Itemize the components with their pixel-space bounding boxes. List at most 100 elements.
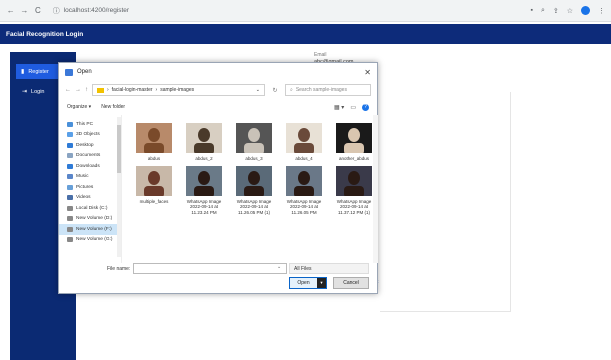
dialog-title: Open bbox=[77, 69, 92, 75]
nav-item[interactable]: Pictures bbox=[67, 182, 121, 193]
open-button[interactable]: Open ▾ bbox=[289, 277, 327, 289]
file-type-select[interactable]: All Files bbox=[289, 263, 369, 274]
file-name: abdus_4 bbox=[295, 156, 313, 161]
back-icon[interactable]: ← bbox=[65, 87, 71, 93]
file-grid: abdus abdus_2 abdus_3 abdus_4 another_abdusm… bbox=[130, 123, 378, 215]
breadcrumb-sep: › bbox=[107, 87, 109, 93]
dialog-toolbar: Organize ▾ New folder ▦ ▾ ▭ ? bbox=[59, 99, 377, 115]
file-name: abdus_3 bbox=[245, 156, 263, 161]
breadcrumb-item[interactable]: sample-images bbox=[160, 87, 194, 93]
image-thumbnail bbox=[286, 165, 322, 196]
file-name: another_abdus bbox=[338, 156, 370, 161]
nav-item-label: Pictures bbox=[76, 184, 94, 190]
app-header: Facial Recognition Login bbox=[0, 24, 611, 44]
open-dropdown-icon[interactable]: ▾ bbox=[317, 278, 326, 288]
nav-item[interactable]: Downloads bbox=[67, 161, 121, 172]
image-thumbnail bbox=[136, 123, 172, 153]
reload-button[interactable]: C bbox=[33, 6, 43, 16]
organize-button[interactable]: Organize ▾ bbox=[67, 104, 91, 110]
nav-item-label: This PC bbox=[76, 121, 94, 127]
breadcrumb-item[interactable]: facial-login-master bbox=[112, 87, 153, 93]
nav-item[interactable]: Local Disk (C:) bbox=[67, 203, 121, 214]
file-item[interactable]: abdus_4 bbox=[280, 123, 328, 162]
nav-item-label: Local Disk (C:) bbox=[76, 205, 108, 211]
nav-item[interactable]: New Volume (F:) bbox=[59, 224, 121, 235]
nav-scrollbar[interactable] bbox=[117, 117, 121, 257]
sidebar-item-label: Login bbox=[31, 88, 45, 95]
close-icon[interactable]: ✕ bbox=[364, 68, 371, 77]
image-thumbnail bbox=[186, 165, 222, 196]
address-bar[interactable]: ⓘ localhost:4200/register bbox=[53, 4, 531, 18]
nav-item[interactable]: Videos bbox=[67, 193, 121, 204]
file-name: WhatsApp Image 2022-09-14 at 11.26.05 PM bbox=[286, 198, 322, 215]
file-item[interactable]: WhatsApp Image 2022-09-14 at 11.23.24 PM bbox=[180, 165, 228, 216]
dialog-address-row: ← → ↑ › facial-login-master › sample-ima… bbox=[59, 81, 377, 99]
file-name: abdus bbox=[147, 156, 161, 161]
back-button[interactable]: ← bbox=[6, 6, 16, 16]
view-options-icon[interactable]: ▦ ▾ bbox=[334, 104, 344, 111]
new-folder-button[interactable]: New folder bbox=[101, 104, 125, 110]
file-name: WhatsApp Image 2022-09-14 at 11.37.12 PM… bbox=[336, 198, 372, 215]
share-icon[interactable]: ⇪ bbox=[553, 7, 559, 15]
nav-item-label: New Volume (F:) bbox=[76, 226, 112, 232]
search-input[interactable]: ⌕ Search sample-images bbox=[285, 84, 371, 96]
nav-item[interactable]: Desktop bbox=[67, 140, 121, 151]
browser-toolbar: ← → C ⓘ localhost:4200/register ▪ ⌕ ⇪ ☆ … bbox=[0, 0, 611, 22]
refresh-icon[interactable]: ↻ bbox=[269, 87, 281, 94]
bookmark-icon[interactable]: ☆ bbox=[567, 7, 573, 15]
file-name: WhatsApp Image 2022-09-14 at 11.23.24 PM bbox=[186, 198, 222, 215]
forward-icon[interactable]: → bbox=[75, 87, 81, 93]
nav-item[interactable]: New Volume (G:) bbox=[67, 235, 121, 246]
zoom-icon[interactable]: ⌕ bbox=[541, 7, 545, 15]
file-item[interactable]: abdus bbox=[130, 123, 178, 162]
drive-icon bbox=[67, 216, 73, 222]
drive-icon bbox=[67, 153, 73, 159]
file-item[interactable]: WhatsApp Image 2022-09-14 at 11.26.05 PM bbox=[280, 165, 328, 216]
cancel-button[interactable]: Cancel bbox=[333, 277, 369, 289]
file-item[interactable]: WhatsApp Image 2022-09-14 at 11.37.12 PM… bbox=[330, 165, 378, 216]
nav-item-label: Music bbox=[76, 174, 89, 180]
extension-icon[interactable]: ▪ bbox=[530, 7, 532, 14]
browser-actions: ▪ ⌕ ⇪ ☆ ⋮ bbox=[530, 6, 605, 15]
menu-icon[interactable]: ⋮ bbox=[598, 7, 605, 15]
file-item[interactable]: another_abdus bbox=[330, 123, 378, 162]
nav-item[interactable]: This PC bbox=[67, 119, 121, 130]
nav-item[interactable]: New Volume (D:) bbox=[67, 214, 121, 225]
profile-icon[interactable] bbox=[581, 6, 591, 15]
forward-button[interactable]: → bbox=[20, 6, 30, 16]
file-scrollbar[interactable] bbox=[373, 115, 378, 263]
breadcrumb[interactable]: › facial-login-master › sample-images ⌄ bbox=[92, 84, 265, 96]
site-info-icon[interactable]: ⓘ bbox=[53, 6, 60, 16]
nav-item[interactable]: Documents bbox=[67, 151, 121, 162]
nav-item[interactable]: 3D Objects bbox=[67, 130, 121, 141]
file-item[interactable]: abdus_3 bbox=[230, 123, 278, 162]
file-item[interactable]: WhatsApp Image 2022-09-14 at 11.26.05 PM… bbox=[230, 165, 278, 216]
nav-item-label: Desktop bbox=[76, 142, 94, 148]
help-icon[interactable]: ? bbox=[362, 103, 369, 111]
up-icon[interactable]: ↑ bbox=[85, 87, 88, 93]
file-item[interactable]: multiple_faces bbox=[130, 165, 178, 216]
chevron-down-icon[interactable]: ⌄ bbox=[277, 264, 281, 270]
file-name-label: File name: bbox=[107, 266, 131, 272]
image-thumbnail bbox=[236, 165, 272, 196]
open-file-dialog: Open ✕ ← → ↑ › facial-login-master › sam… bbox=[58, 62, 378, 294]
chevron-down-icon[interactable]: ⌄ bbox=[256, 87, 260, 93]
open-button-label: Open bbox=[297, 280, 310, 286]
breadcrumb-sep: › bbox=[155, 87, 158, 93]
file-item[interactable]: abdus_2 bbox=[180, 123, 228, 162]
view-controls: ▦ ▾ ▭ ? bbox=[334, 103, 369, 111]
image-thumbnail bbox=[236, 123, 272, 153]
form-panel bbox=[380, 92, 511, 312]
nav-item[interactable]: Music bbox=[67, 172, 121, 183]
scroll-thumb[interactable] bbox=[117, 125, 121, 173]
drive-icon bbox=[67, 195, 73, 201]
drive-icon bbox=[67, 184, 73, 190]
folder-icon bbox=[97, 87, 104, 93]
url-text[interactable]: localhost:4200/register bbox=[64, 7, 129, 14]
dialog-body: This PC 3D Objects Desktop Documents Downloa… bbox=[59, 115, 378, 263]
image-thumbnail bbox=[336, 123, 372, 153]
file-name-input[interactable] bbox=[133, 263, 287, 274]
preview-pane-icon[interactable]: ▭ bbox=[350, 104, 356, 111]
nav-item-label: New Volume (G:) bbox=[76, 237, 113, 243]
image-thumbnail bbox=[286, 123, 322, 153]
